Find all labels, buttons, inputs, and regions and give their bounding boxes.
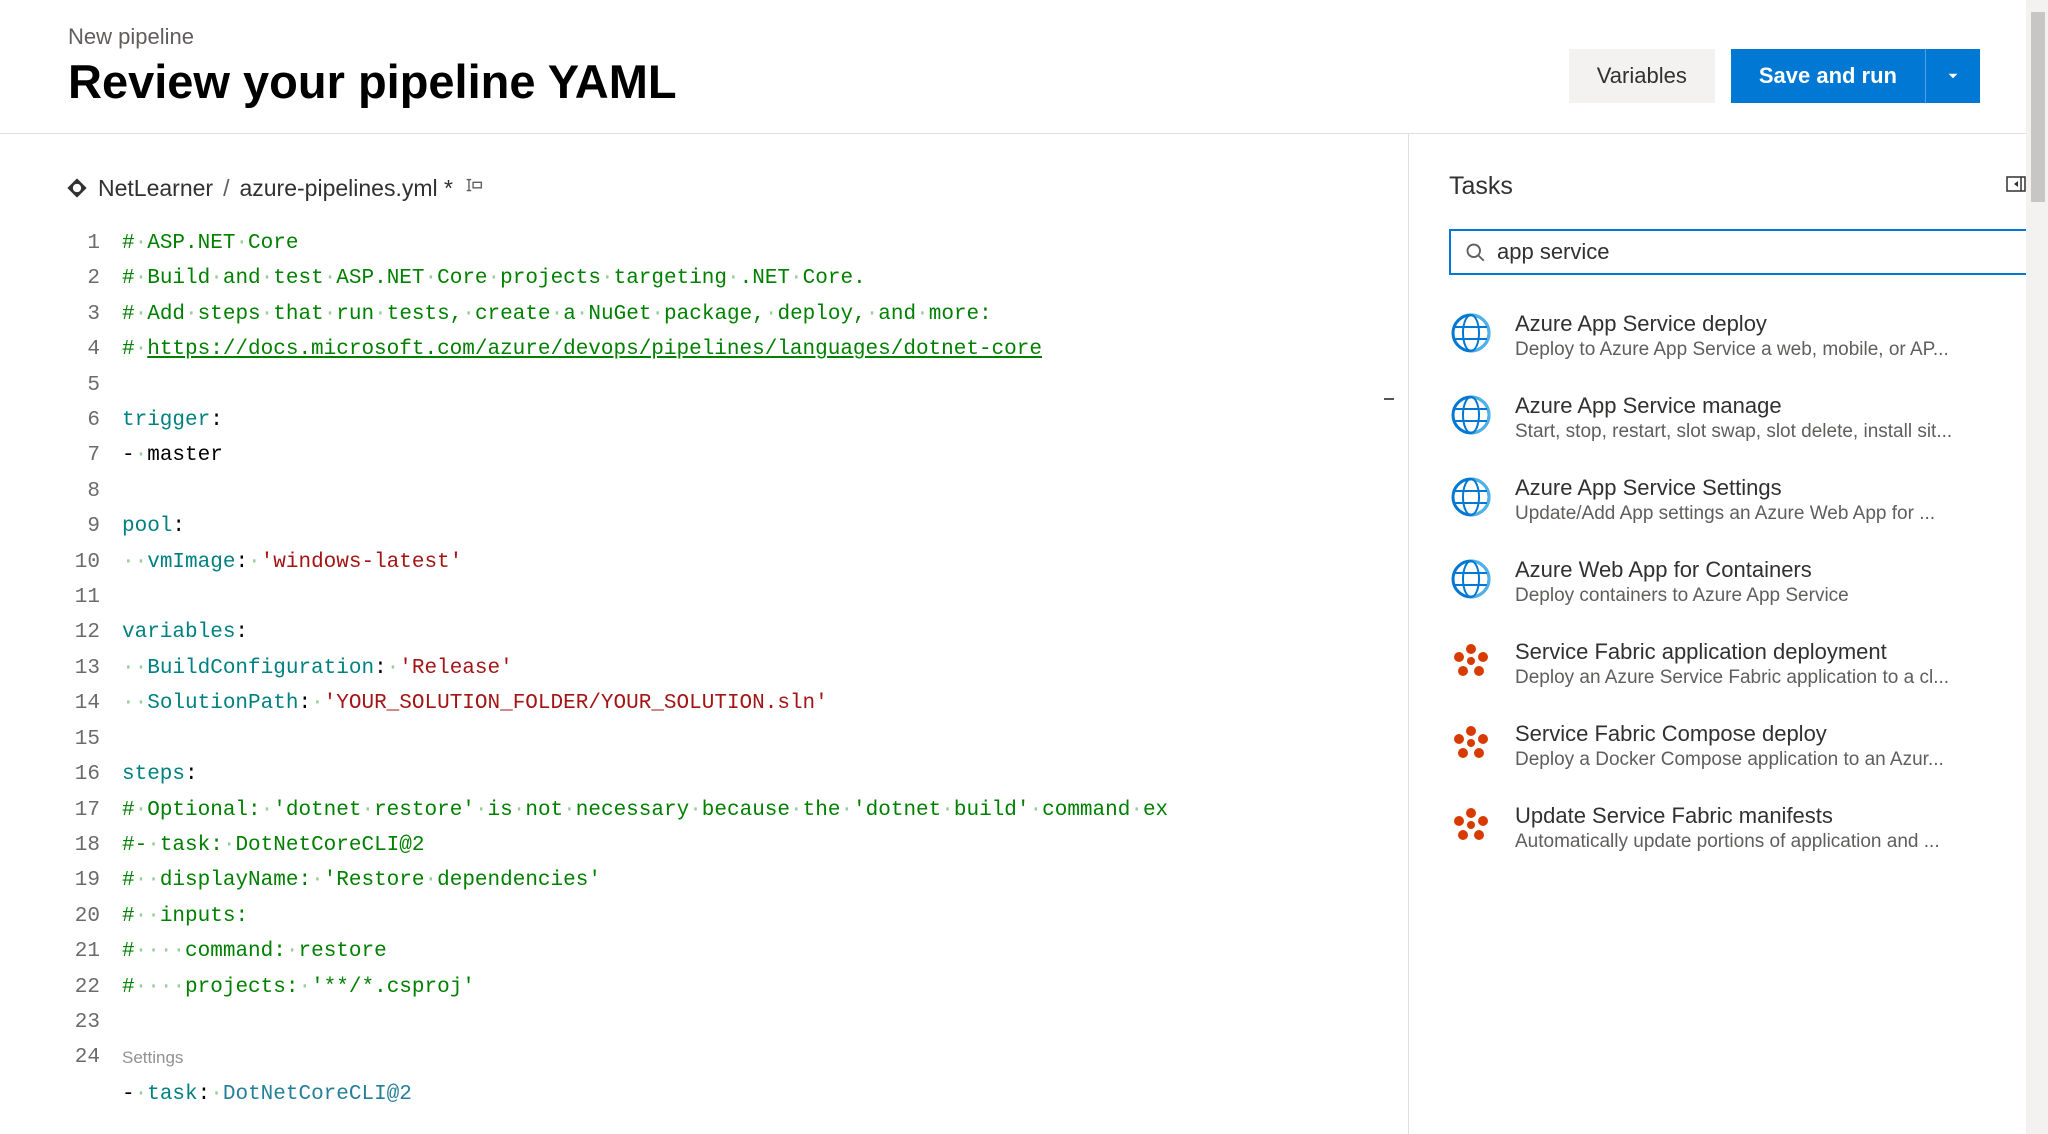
- task-title: Service Fabric Compose deploy: [1515, 721, 2028, 747]
- task-item[interactable]: Azure Web App for ContainersDeploy conta…: [1449, 557, 2028, 607]
- save-and-run-button[interactable]: Save and run: [1731, 49, 1925, 103]
- task-desc: Start, stop, restart, slot swap, slot de…: [1515, 421, 2028, 443]
- task-icon: [1449, 639, 1493, 683]
- task-icon: [1449, 311, 1493, 355]
- task-item[interactable]: Service Fabric Compose deployDeploy a Do…: [1449, 721, 2028, 771]
- task-item[interactable]: Service Fabric application deploymentDep…: [1449, 639, 2028, 689]
- task-title: Service Fabric application deployment: [1515, 639, 2028, 665]
- task-desc: Automatically update portions of applica…: [1515, 831, 2028, 853]
- editor-column: NetLearner / azure-pipelines.yml * 1 2 3…: [0, 134, 1408, 1134]
- collapse-panel-icon[interactable]: [2004, 172, 2028, 201]
- page-scrollbar[interactable]: [2026, 0, 2048, 1134]
- task-title: Azure Web App for Containers: [1515, 557, 2028, 583]
- variables-button[interactable]: Variables: [1569, 49, 1715, 103]
- file-name: azure-pipelines.yml *: [239, 175, 452, 202]
- page-header: New pipeline Review your pipeline YAML V…: [0, 0, 2048, 134]
- task-icon: [1449, 721, 1493, 765]
- task-desc: Update/Add App settings an Azure Web App…: [1515, 503, 2028, 525]
- task-icon: [1449, 803, 1493, 847]
- scrollbar-thumb[interactable]: [2031, 12, 2045, 202]
- task-icon: [1449, 393, 1493, 437]
- task-desc: Deploy a Docker Compose application to a…: [1515, 749, 2028, 771]
- repo-name[interactable]: NetLearner: [98, 175, 213, 202]
- task-desc: Deploy containers to Azure App Service: [1515, 585, 2028, 607]
- tasks-search[interactable]: [1449, 229, 2028, 275]
- save-and-run-dropdown[interactable]: [1925, 49, 1980, 103]
- repo-icon: [66, 177, 88, 199]
- task-title: Azure App Service deploy: [1515, 311, 2028, 337]
- task-item[interactable]: Azure App Service SettingsUpdate/Add App…: [1449, 475, 2028, 525]
- rename-icon[interactable]: [463, 174, 485, 202]
- task-title: Update Service Fabric manifests: [1515, 803, 2028, 829]
- task-desc: Deploy an Azure Service Fabric applicati…: [1515, 667, 2028, 689]
- task-title: Azure App Service manage: [1515, 393, 2028, 419]
- task-icon: [1449, 557, 1493, 601]
- line-gutter: 1 2 3 4 5 6 7 8 9 10 11 12 13 14 15 16 1…: [66, 226, 122, 1112]
- tasks-title: Tasks: [1449, 172, 1513, 201]
- tasks-search-input[interactable]: [1497, 239, 2012, 265]
- code-editor[interactable]: 1 2 3 4 5 6 7 8 9 10 11 12 13 14 15 16 1…: [66, 226, 1408, 1112]
- chevron-down-icon: [1944, 67, 1962, 85]
- task-title: Azure App Service Settings: [1515, 475, 2028, 501]
- task-desc: Deploy to Azure App Service a web, mobil…: [1515, 339, 2028, 361]
- task-list: Azure App Service deployDeploy to Azure …: [1449, 311, 2028, 853]
- file-path: NetLearner / azure-pipelines.yml *: [66, 174, 1408, 202]
- breadcrumb: New pipeline: [68, 24, 677, 50]
- task-icon: [1449, 475, 1493, 519]
- code-content[interactable]: #·ASP.NET·Core #·Build·and·test·ASP.NET·…: [122, 226, 1168, 1112]
- task-item[interactable]: Update Service Fabric manifestsAutomatic…: [1449, 803, 2028, 853]
- minimap-bar: [1384, 398, 1394, 400]
- tasks-panel: Tasks Azure App Service deployDeploy to …: [1408, 134, 2048, 1134]
- task-item[interactable]: Azure App Service deployDeploy to Azure …: [1449, 311, 2028, 361]
- search-icon: [1465, 242, 1485, 262]
- page-title: Review your pipeline YAML: [68, 54, 677, 109]
- task-item[interactable]: Azure App Service manageStart, stop, res…: [1449, 393, 2028, 443]
